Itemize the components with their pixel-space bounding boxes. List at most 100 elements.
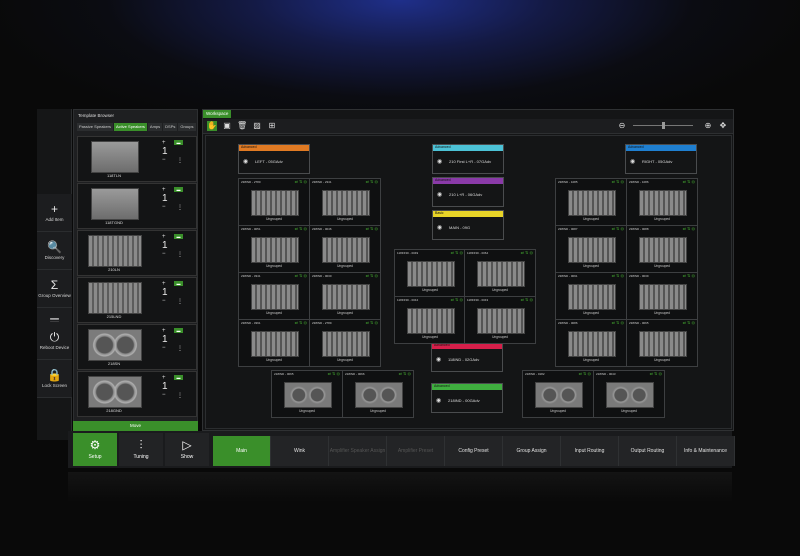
eye-icon[interactable]: ◉ <box>437 224 442 231</box>
decrement-button[interactable]: − <box>162 392 166 398</box>
grid-icon[interactable]: ⊞ <box>267 121 277 131</box>
mode-wink[interactable]: Wink <box>271 436 329 466</box>
speaker-template[interactable]: 218SN + 1 − ▬ ⋮ <box>77 324 197 370</box>
move-button[interactable]: Move <box>73 421 198 431</box>
lock-screen-button[interactable]: 🔒 Lock Screen <box>37 360 72 398</box>
mode-group-assign[interactable]: Group Assign <box>503 436 561 466</box>
mode-main[interactable]: Main <box>213 436 271 466</box>
output-block[interactable]: Advanced ◉ LEFT - 05GAdv <box>238 144 310 174</box>
speaker-template[interactable]: 215LND + 1 − ▬ ⋮ <box>77 277 197 323</box>
workspace: Workspace ✋ ▣ 🗑 ▨ ⊞ ⊖ ⊕ ✥ Advanced ◉ LEFT … <box>202 109 734 431</box>
amplifier-block[interactable]: 238IND - 0087 ⇄ ⇅ ◍ Ungrouped <box>555 225 627 273</box>
output-block[interactable]: Advanced ◉ 210 L+R - 06GAdv <box>432 177 504 207</box>
add-speaker-button[interactable]: ▬ <box>174 328 183 333</box>
discovery-button[interactable]: 🔍 Discovery <box>37 232 72 270</box>
amplifier-block[interactable]: 218IND - 0043 ⇄ ⇅ ◍ Ungrouped <box>593 370 665 418</box>
zoom-out-icon[interactable]: ⊖ <box>617 121 627 131</box>
workspace-canvas[interactable]: Advanced ◉ LEFT - 05GAdv Advanced ◉ 210 First… <box>205 135 732 429</box>
eye-icon[interactable]: ◉ <box>437 158 442 165</box>
amplifier-block[interactable]: 238IND - 0051 ⇄ ⇅ ◍ Ungrouped <box>238 225 310 273</box>
amplifier-block[interactable]: 238IND - 2780 ⇄ ⇅ ◍ Ungrouped <box>238 178 310 226</box>
add-speaker-button[interactable]: ▬ <box>174 234 183 239</box>
more-options-icon[interactable]: ⋮ <box>177 204 183 211</box>
zoom-in-icon[interactable]: ⊕ <box>703 121 713 131</box>
tab-active-speakers[interactable]: Active Speakers <box>114 123 147 131</box>
add-speaker-button[interactable]: ▬ <box>174 281 183 286</box>
tab-passive-speakers[interactable]: Passive Speakers <box>77 123 114 131</box>
tab-groups[interactable]: Groups <box>178 123 196 131</box>
setup-button[interactable]: ⚙ Setup <box>73 433 117 466</box>
eye-icon[interactable]: ◉ <box>436 356 441 363</box>
mode-input-routing[interactable]: Input Routing <box>561 436 619 466</box>
amplifier-block[interactable]: 118FIND - 0044 ⇄ ⇅ ◍ Ungrouped <box>394 296 466 344</box>
mode-config-preset[interactable]: Config Preset <box>445 436 503 466</box>
amplifier-block[interactable]: 238IND - 1086 ⇄ ⇅ ◍ Ungrouped <box>626 178 698 226</box>
mode-output-routing[interactable]: Output Routing <box>619 436 677 466</box>
amplifier-block[interactable]: 238IND - 0039 ⇄ ⇅ ◍ Ungrouped <box>626 272 698 320</box>
amplifier-block[interactable]: 238IND - 0086 ⇄ ⇅ ◍ Ungrouped <box>555 319 627 367</box>
more-options-icon[interactable]: ⋮ <box>177 345 183 352</box>
amplifier-block[interactable]: 118FIND - 0049 ⇄ ⇅ ◍ Ungrouped <box>394 249 466 297</box>
tab-dsps[interactable]: DSPs <box>163 123 178 131</box>
output-block[interactable]: Advanced ◉ 210 First L+R - 07GAdv <box>432 144 504 174</box>
more-options-icon[interactable]: ⋮ <box>177 251 183 258</box>
speaker-template[interactable]: 118TLN + 1 − ▬ ⋮ <box>77 136 197 182</box>
add-item-button[interactable]: + Add Item <box>37 194 72 232</box>
amplifier-block[interactable]: 238IND - 0088 ⇄ ⇅ ◍ Ungrouped <box>626 225 698 273</box>
add-speaker-button[interactable]: ▬ <box>174 187 183 192</box>
amp-status-icons: ⇄ ⇅ ◍ <box>682 179 695 184</box>
amplifier-block[interactable]: 238IND - 0046 ⇄ ⇅ ◍ Ungrouped <box>309 225 381 273</box>
eye-icon[interactable]: ◉ <box>630 158 635 165</box>
mode-amplifier-speaker-assign[interactable]: Amplifier Speaker Assign <box>329 436 387 466</box>
sliders-icon: ⫶ <box>139 438 143 452</box>
decrement-button[interactable]: − <box>162 251 166 257</box>
eye-icon[interactable]: ◉ <box>437 191 442 198</box>
tuning-button[interactable]: ⫶ Tuning <box>119 433 163 466</box>
amplifier-block[interactable]: 238IND - 3341 ⇄ ⇅ ◍ Ungrouped <box>238 272 310 320</box>
group-overview-button[interactable]: Σ Group Overview <box>37 270 72 308</box>
output-block[interactable]: Advanced ◉ 118IND - 02GAdv <box>431 342 503 372</box>
speaker-image <box>251 284 299 310</box>
more-options-icon[interactable]: ⋮ <box>177 392 183 399</box>
amp-status-icons: ⇄ ⇅ ◍ <box>578 371 591 376</box>
more-options-icon[interactable]: ⋮ <box>177 157 183 164</box>
decrement-button[interactable]: − <box>162 298 166 304</box>
add-speaker-button[interactable]: ▬ <box>174 375 183 380</box>
speaker-template[interactable]: 210LN + 1 − ▬ ⋮ <box>77 230 197 276</box>
amplifier-block[interactable]: 218IND - 0065 ⇄ ⇅ ◍ Ungrouped <box>271 370 343 418</box>
amplifier-block[interactable]: 218IND - 0182 ⇄ ⇅ ◍ Ungrouped <box>522 370 594 418</box>
pan-hand-icon[interactable]: ✋ <box>207 121 217 131</box>
output-block[interactable]: Advanced ◉ 218IND - 00GAdv <box>431 383 503 413</box>
mode-amplifier-preset[interactable]: Amplifier Preset <box>387 436 445 466</box>
add-speaker-button[interactable]: ▬ <box>174 140 183 145</box>
amplifier-block[interactable]: 218IND - 0066 ⇄ ⇅ ◍ Ungrouped <box>342 370 414 418</box>
amplifier-block[interactable]: 238IND - 0030 ⇄ ⇅ ◍ Ungrouped <box>309 272 381 320</box>
show-button[interactable]: ▷ Show <box>165 433 209 466</box>
fit-icon[interactable]: ✥ <box>718 121 728 131</box>
zoom-slider-handle[interactable] <box>662 122 665 129</box>
amplifier-block[interactable]: 118FIND - 0043 ⇄ ⇅ ◍ Ungrouped <box>464 296 536 344</box>
mode-info-maintenance[interactable]: Info & Maintenance <box>677 436 735 466</box>
eye-icon[interactable]: ◉ <box>436 397 441 404</box>
more-options-icon[interactable]: ⋮ <box>177 298 183 305</box>
decrement-button[interactable]: − <box>162 157 166 163</box>
amplifier-block[interactable]: 238IND - 0091 ⇄ ⇅ ◍ Ungrouped <box>555 272 627 320</box>
amplifier-block[interactable]: 238IND - 0065 ⇄ ⇅ ◍ Ungrouped <box>626 319 698 367</box>
delete-icon[interactable]: 🗑 <box>237 121 247 131</box>
amplifier-block[interactable]: 238IND - 1085 ⇄ ⇅ ◍ Ungrouped <box>555 178 627 226</box>
amplifier-block[interactable]: 238IND - 3391 ⇄ ⇅ ◍ Ungrouped <box>238 319 310 367</box>
decrement-button[interactable]: − <box>162 345 166 351</box>
speaker-template[interactable]: 118TGND + 1 − ▬ ⋮ <box>77 183 197 229</box>
decrement-button[interactable]: − <box>162 204 166 210</box>
amplifier-block[interactable]: 238IND - 2341 ⇄ ⇅ ◍ Ungrouped <box>309 178 381 226</box>
reboot-device-button[interactable]: ⏻ Reboot Device <box>37 322 72 360</box>
tab-amps[interactable]: Amps <box>147 123 163 131</box>
image-icon[interactable]: ▨ <box>252 121 262 131</box>
speaker-template[interactable]: 218GND + 1 − ▬ ⋮ <box>77 371 197 417</box>
output-block[interactable]: Advanced ◉ RIGHT - 05GAdv <box>625 144 697 174</box>
amplifier-block[interactable]: 118FIND - 0064 ⇄ ⇅ ◍ Ungrouped <box>464 249 536 297</box>
amplifier-block[interactable]: 238IND - 2789 ⇄ ⇅ ◍ Ungrouped <box>309 319 381 367</box>
eye-icon[interactable]: ◉ <box>243 158 248 165</box>
output-block[interactable]: Basic ◉ MAIN - 09G <box>432 210 504 240</box>
select-icon[interactable]: ▣ <box>222 121 232 131</box>
